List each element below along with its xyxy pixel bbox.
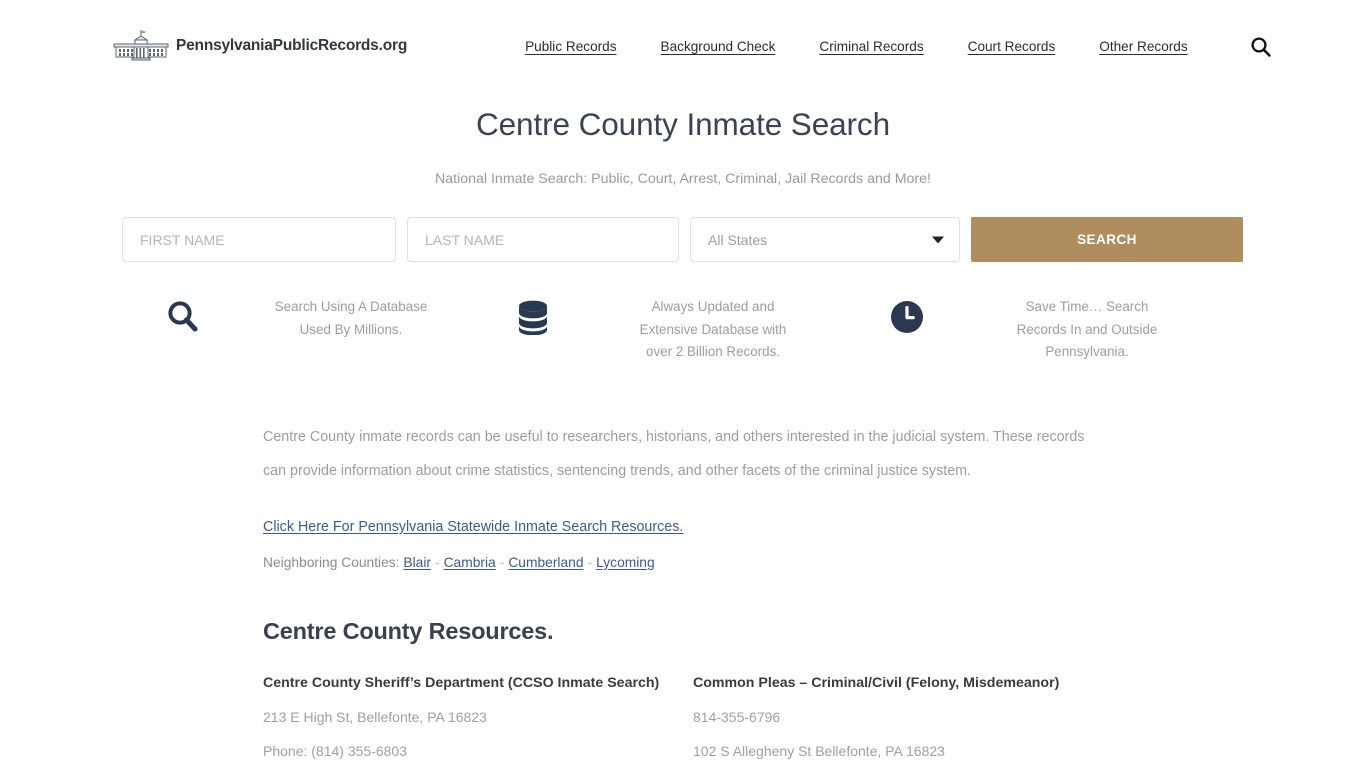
first-name-input[interactable] [122,217,396,262]
search-submit-button[interactable]: SEARCH [971,217,1243,262]
nav-item-background-check[interactable]: Background Check [661,39,776,54]
feature-text: Save Time… Search Records In and Outside… [930,296,1244,364]
database-icon [519,300,547,335]
nav-item-other-records[interactable]: Other Records [1099,39,1187,54]
feature-text-line: Search Using A Database [274,299,428,314]
site-header: PennsylvaniaPublicRecords.org Public Rec… [0,0,1366,92]
neighbor-separator: - [587,554,593,570]
feature-text-line: Extensive Database with [639,321,787,337]
feature-text-line: over 2 Billion Records. [646,344,780,359]
hero-section: Centre County Inmate Search National Inm… [0,92,1366,187]
feature-text-line: Records In and Outside [1016,321,1158,337]
brand-name: PennsylvaniaPublicRecords.org [176,37,408,54]
state-select[interactable]: All States [690,217,960,262]
neighbor-link-blair[interactable]: Blair [403,555,431,570]
neighbors-label: Neighboring Counties: [263,554,400,570]
resources-columns: Centre County Sheriff’s Department (CCSO… [263,673,1244,768]
feature-text-line: Always Updated and [651,299,775,314]
neighbor-separator: - [434,554,440,570]
clock-icon [891,301,923,333]
header-search-button[interactable] [1250,33,1271,59]
nav-item-criminal-records[interactable]: Criminal Records [819,39,923,54]
resource-phone: 814-355-6796 [693,708,781,725]
nav-item-court-records[interactable]: Court Records [968,39,1056,54]
page-subtitle: National Inmate Search: Public, Court, A… [435,171,931,187]
features-section: Search Using A Database Used By Millions… [122,296,1244,364]
inmate-search-form: All States SEARCH [122,217,1244,262]
search-icon [168,301,198,332]
feature-icon-wrapper [160,296,206,335]
neighbor-link-cumberland[interactable]: Cumberland [508,555,583,570]
capitol-building-icon [113,30,169,61]
page-title: Centre County Inmate Search [475,106,890,142]
feature-text-line: Save Time… Search [1025,299,1149,314]
feature-text: Always Updated and Extensive Database wi… [556,296,870,364]
resource-item: Common Pleas – Criminal/Civil (Felony, M… [693,673,1123,768]
feature-item: Always Updated and Extensive Database wi… [496,296,870,364]
feature-item: Search Using A Database Used By Millions… [122,296,496,341]
resources-heading: Centre County Resources. [263,617,554,644]
nav-item-public-records[interactable]: Public Records [525,39,616,54]
state-select-wrapper: All States [690,217,960,262]
resource-name: Common Pleas – Criminal/Civil (Felony, M… [693,674,1060,691]
resource-address: 213 E High St, Bellefonte, PA 16823 [263,708,487,725]
feature-icon-wrapper [884,296,930,335]
neighbor-link-lycoming[interactable]: Lycoming [596,555,655,570]
resource-address: 102 S Allegheny St Bellefonte, PA 16823 [693,742,945,759]
statewide-resources-link[interactable]: Click Here For Pennsylvania Statewide In… [263,514,683,540]
neighbor-separator: - [499,554,505,570]
neighboring-counties: Neighboring Counties: Blair - Cambria - Cumb… [263,552,1244,574]
feature-text-line: Used By Millions. [299,321,403,337]
resource-name: Centre County Sheriff’s Department (CCSO… [263,674,660,691]
search-icon [1251,36,1271,57]
main-content: Centre County inmate records can be usef… [122,420,1244,768]
last-name-input[interactable] [407,217,679,262]
feature-text: Search Using A Database Used By Millions… [206,296,496,341]
resource-item: Centre County Sheriff’s Department (CCSO… [263,673,693,768]
feature-item: Save Time… Search Records In and Outside… [870,296,1244,364]
intro-paragraph: Centre County inmate records can be usef… [263,428,1085,479]
feature-icon-wrapper [510,296,556,335]
feature-text-line: Pennsylvania. [1045,344,1129,359]
resource-phone: Phone: (814) 355-6803 [263,742,407,759]
brand-logo[interactable]: PennsylvaniaPublicRecords.org [110,29,407,63]
main-navigation: Public Records Background Check Criminal… [525,39,1188,54]
neighbor-link-cambria[interactable]: Cambria [444,555,496,570]
